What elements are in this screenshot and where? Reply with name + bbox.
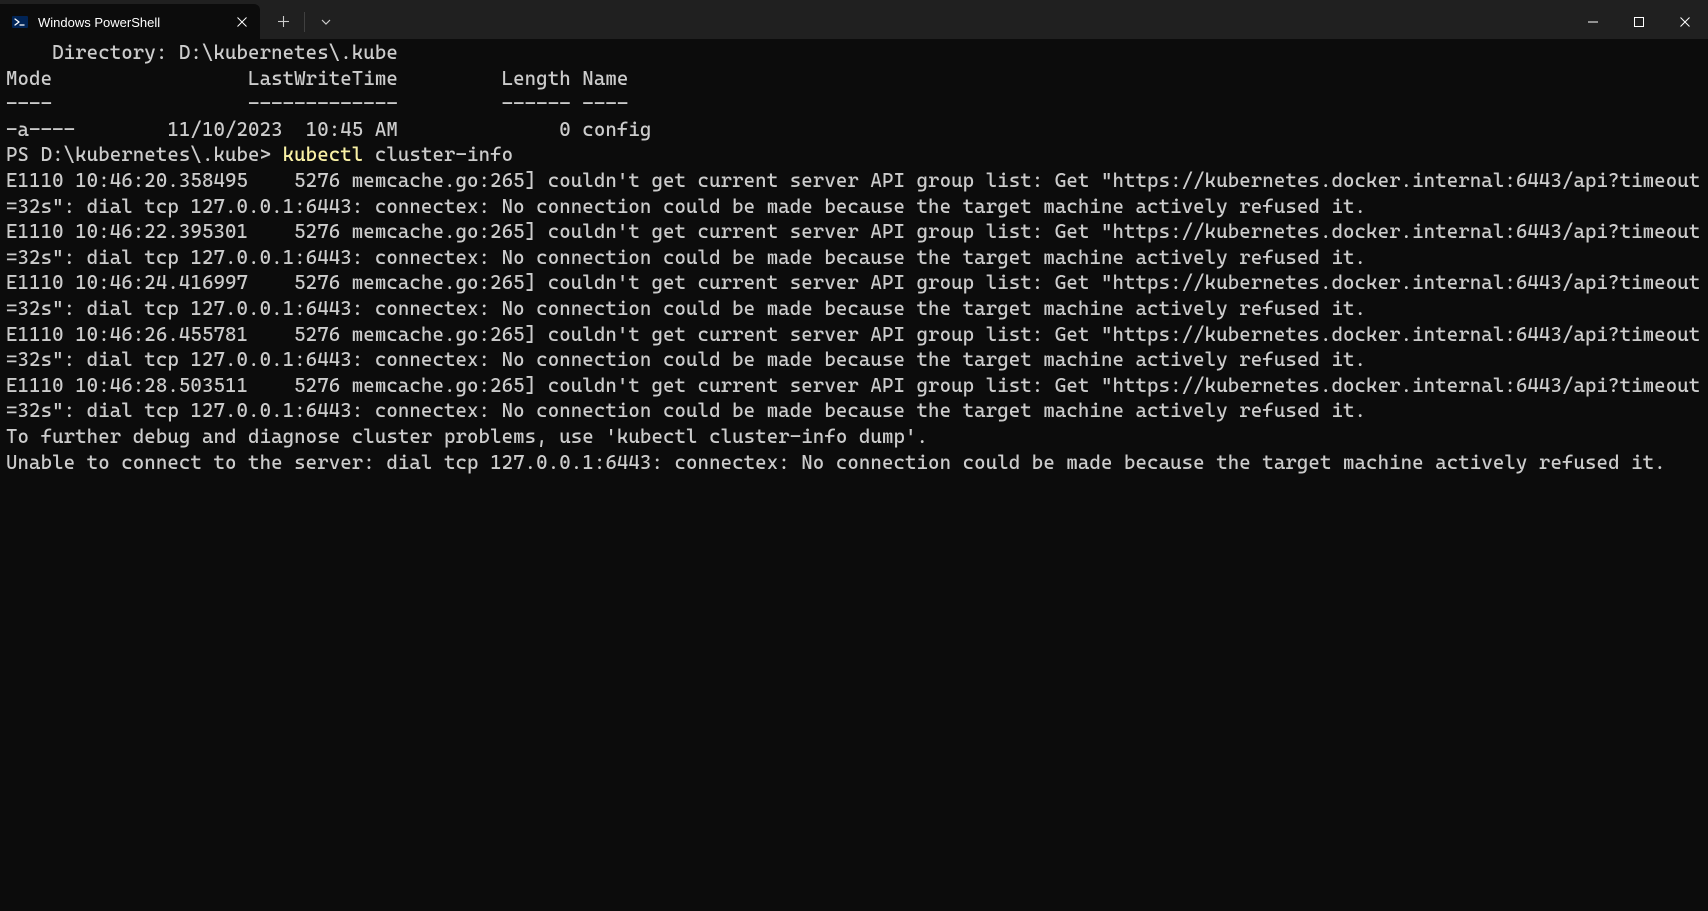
minimize-button[interactable]: [1570, 17, 1616, 27]
terminal-output[interactable]: Directory: D:\kubernetes\.kubeMode LastW…: [0, 40, 1708, 481]
powershell-icon: [12, 14, 28, 30]
command-name: kubectl: [283, 143, 364, 166]
minimize-icon: [1588, 17, 1598, 27]
prompt-line: PS D:\kubernetes\.kube> kubectl cluster-…: [6, 142, 1702, 168]
output-line: ---- ------------- ------ ----: [6, 91, 1702, 117]
plus-icon: [278, 16, 289, 27]
new-tab-button[interactable]: [266, 6, 300, 38]
tab-powershell[interactable]: Windows PowerShell: [0, 4, 260, 40]
maximize-button[interactable]: [1616, 17, 1662, 27]
output-line: To further debug and diagnose cluster pr…: [6, 424, 1702, 450]
tabbar-divider: [304, 12, 305, 32]
tab-dropdown-button[interactable]: [309, 6, 343, 38]
close-icon: [1680, 17, 1690, 27]
output-line: E1110 10:46:22.395301 5276 memcache.go:2…: [6, 219, 1702, 270]
close-icon: [237, 17, 247, 27]
output-line: Mode LastWriteTime Length Name: [6, 66, 1702, 92]
output-line: E1110 10:46:28.503511 5276 memcache.go:2…: [6, 373, 1702, 424]
window-controls: [1570, 17, 1708, 27]
prompt-prefix: PS D:\kubernetes\.kube>: [6, 143, 283, 166]
tabbar-area: [260, 4, 1708, 40]
output-line: E1110 10:46:24.416997 5276 memcache.go:2…: [6, 270, 1702, 321]
tab-title: Windows PowerShell: [38, 15, 218, 30]
output-line: Unable to connect to the server: dial tc…: [6, 450, 1702, 476]
output-line: E1110 10:46:26.455781 5276 memcache.go:2…: [6, 322, 1702, 373]
output-line: E1110 10:46:20.358495 5276 memcache.go:2…: [6, 168, 1702, 219]
command-args: cluster-info: [363, 143, 513, 166]
window-close-button[interactable]: [1662, 17, 1708, 27]
output-line: -a---- 11/10/2023 10:45 AM 0 config: [6, 117, 1702, 143]
output-line: Directory: D:\kubernetes\.kube: [6, 40, 1702, 66]
chevron-down-icon: [321, 19, 331, 25]
tab-close-button[interactable]: [228, 8, 256, 36]
maximize-icon: [1634, 17, 1644, 27]
titlebar: Windows PowerShell: [0, 0, 1708, 40]
